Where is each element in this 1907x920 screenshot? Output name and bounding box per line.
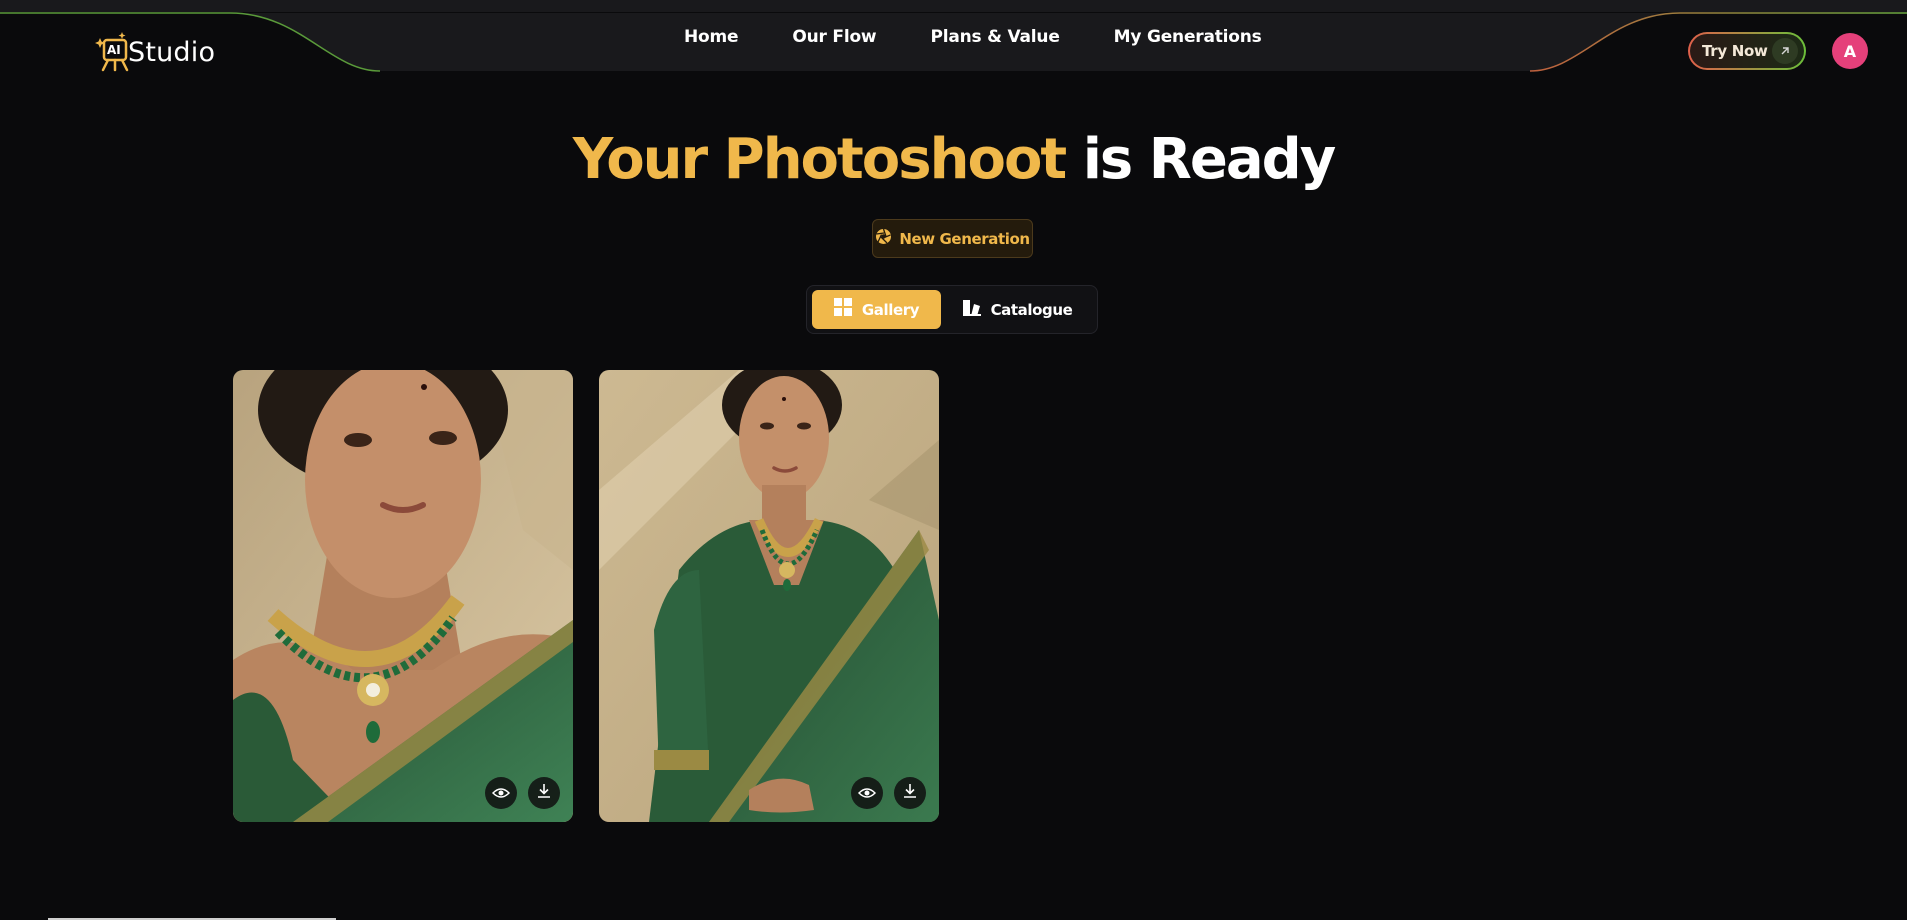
ai-camera-logo-icon: AI [94,30,134,74]
try-now-button[interactable]: Try Now [1688,32,1806,70]
tab-gallery-label: Gallery [861,300,920,319]
view-image-button[interactable] [485,777,517,809]
gallery-card[interactable] [233,370,573,822]
new-generation-button[interactable]: New Generation [872,219,1033,258]
eye-icon [491,784,511,803]
eye-icon [857,784,877,803]
generated-photo-closeup [233,370,573,822]
download-icon [902,783,918,803]
user-avatar[interactable]: A [1832,33,1868,69]
aperture-icon [875,228,892,249]
catalogue-icon [962,299,982,321]
view-image-button[interactable] [851,777,883,809]
tab-gallery[interactable]: Gallery [812,290,941,329]
nav-my-generations[interactable]: My Generations [1114,24,1262,50]
tab-catalogue-label: Catalogue [990,300,1073,319]
view-toggle: Gallery Catalogue [806,285,1098,334]
page-title-accent: Your Photoshoot [572,127,1067,192]
generated-photo-halflength [599,370,939,822]
download-icon [536,783,552,803]
arrow-up-right-icon [1772,38,1798,64]
logo-badge-text: AI [107,43,121,57]
try-now-label: Try Now [1702,42,1768,60]
page-title-rest: is Ready [1082,127,1337,192]
new-generation-label: New Generation [899,229,1030,248]
top-navigation-bar: AI Studio Home Our Flow Plans & Value My… [0,0,1907,72]
tab-catalogue[interactable]: Catalogue [947,290,1087,329]
nav-home[interactable]: Home [684,24,739,50]
main-nav: Home Our Flow Plans & Value My Generatio… [684,24,1316,50]
download-image-button[interactable] [528,777,560,809]
gallery-card[interactable] [599,370,939,822]
nav-plans-value[interactable]: Plans & Value [930,24,1059,50]
grid-icon [833,298,853,321]
download-image-button[interactable] [894,777,926,809]
nav-our-flow[interactable]: Our Flow [792,24,876,50]
logo-text: Studio [128,36,216,68]
page-title: Your Photoshoot is Ready [0,120,1907,200]
brand-logo[interactable]: AI Studio [94,30,215,74]
